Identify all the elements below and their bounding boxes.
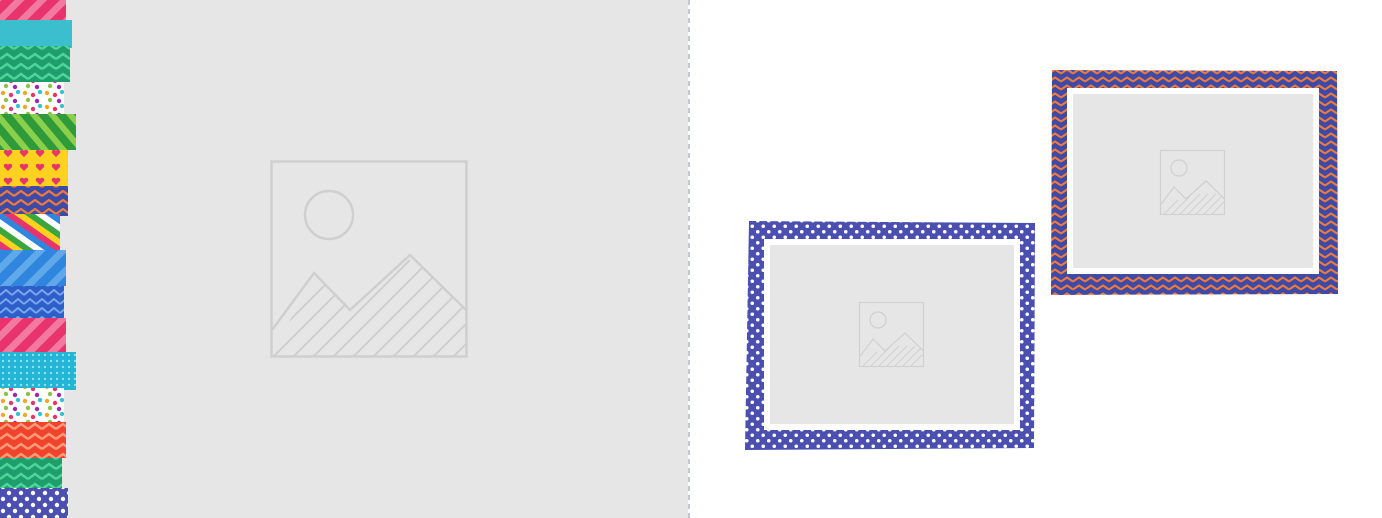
tape-blue-stripes xyxy=(0,250,66,286)
chevron-frame[interactable] xyxy=(1049,68,1339,296)
photo-slot-bottom xyxy=(770,245,1014,424)
polka-dot-frame[interactable] xyxy=(744,218,1038,452)
tape-confetti-2 xyxy=(0,388,64,422)
photo-slot-top xyxy=(1073,94,1313,268)
washi-tape-strip[interactable] xyxy=(0,0,80,518)
tape-green-chevron-2 xyxy=(0,458,62,490)
tape-cyan-dots xyxy=(0,352,76,390)
left-page[interactable] xyxy=(0,0,688,518)
photo-book-spread xyxy=(0,0,1382,518)
tape-green-chevron xyxy=(0,46,70,82)
tape-red-chevron xyxy=(0,422,66,458)
right-page[interactable] xyxy=(694,0,1382,518)
tape-magenta-stripes xyxy=(0,318,66,352)
tape-green-stripes xyxy=(0,114,76,150)
tape-yellow-hearts xyxy=(0,150,68,186)
tape-blue-chevron xyxy=(0,286,64,318)
image-placeholder-icon[interactable] xyxy=(270,160,468,358)
tape-confetti xyxy=(0,82,64,114)
tape-rainbow-stripes xyxy=(0,214,60,252)
tape-polka-dots xyxy=(0,488,68,518)
tape-pink-stripes xyxy=(0,0,66,22)
tape-navy-chevron xyxy=(0,186,68,216)
tape-teal-solid xyxy=(0,20,72,48)
